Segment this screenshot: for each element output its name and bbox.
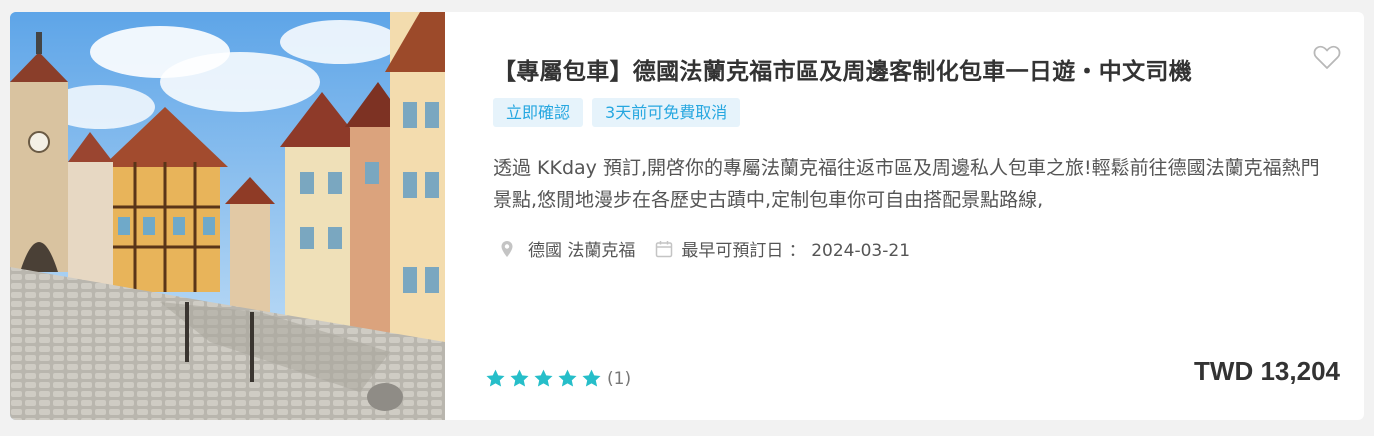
product-card[interactable]: 【專屬包車】德國法蘭克福市區及周邊客制化包車一日遊・中文司機 立即確認 3天前可… bbox=[10, 12, 1364, 420]
star-icon bbox=[582, 369, 601, 387]
star-icon bbox=[558, 369, 577, 387]
price: TWD 13,204 bbox=[1194, 356, 1340, 386]
star-icon bbox=[534, 369, 553, 387]
product-info: 【專屬包車】德國法蘭克福市區及周邊客制化包車一日遊・中文司機 立即確認 3天前可… bbox=[445, 12, 1364, 420]
star-icon bbox=[510, 369, 529, 387]
star-rating bbox=[485, 368, 602, 389]
heart-outline-icon[interactable] bbox=[1312, 42, 1342, 72]
rating: (1) bbox=[485, 368, 631, 389]
product-title[interactable]: 【專屬包車】德國法蘭克福市區及周邊客制化包車一日遊・中文司機 bbox=[493, 52, 1192, 86]
product-description: 透過 KKday 預訂,開啓你的專屬法蘭克福往返市區及周邊私人包車之旅!輕鬆前往… bbox=[493, 157, 1320, 211]
review-count[interactable]: (1) bbox=[607, 369, 631, 389]
location-text: 德國 法蘭克福 bbox=[528, 241, 636, 261]
calendar-icon bbox=[656, 240, 673, 257]
tag-list: 立即確認 3天前可免費取消 bbox=[493, 98, 741, 127]
product-image[interactable] bbox=[10, 12, 445, 420]
instant-confirm-tag: 立即確認 bbox=[493, 98, 584, 127]
map-pin-icon bbox=[501, 240, 513, 257]
product-meta: 德國 法蘭克福 最早可預訂日 ： 2024-03-21 bbox=[500, 236, 910, 261]
star-icon bbox=[486, 369, 505, 387]
free-cancel-tag: 3天前可免費取消 bbox=[592, 98, 741, 127]
earliest-booking-date: 最早可預訂日 ： 2024-03-21 bbox=[681, 241, 911, 261]
